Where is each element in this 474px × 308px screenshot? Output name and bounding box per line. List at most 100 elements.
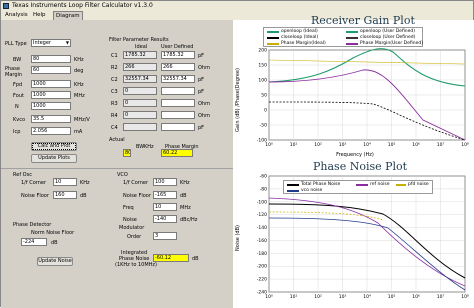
c1-unit: pF bbox=[198, 53, 205, 59]
ref-nf-label: Noise Floor bbox=[21, 193, 49, 199]
vco-corner-input[interactable]: 100 bbox=[153, 178, 177, 186]
bw-unit: KHz bbox=[74, 57, 84, 63]
r3-label: R3 bbox=[111, 101, 118, 107]
c1-user-input[interactable]: 1785.32 bbox=[161, 51, 195, 59]
vco-nf-label: Noise Floor bbox=[123, 193, 151, 199]
gain-legend: openloop (Ideal) closeloop (Ideal) Phase… bbox=[263, 27, 423, 47]
gain-x-ticks: 10⁰ 10¹ 10² 10³ 10⁴ 10⁵ 10⁶ 10⁷ 10⁸ bbox=[265, 142, 469, 148]
legend-swatch bbox=[346, 43, 358, 45]
legend-vco-noise: vco noise bbox=[301, 188, 323, 193]
pll-type-value: Integer bbox=[33, 40, 51, 46]
filter-results-title: Filter Parameter Results bbox=[109, 37, 169, 43]
y-tick-label: -50 bbox=[260, 123, 267, 129]
y-tick-label: 50 bbox=[261, 93, 267, 99]
ref-corner-label: 1/f Corner bbox=[21, 180, 47, 186]
gain-y-ticks: 200150100500-50-100 bbox=[257, 48, 267, 144]
modulator-order-input[interactable]: 3 bbox=[153, 232, 177, 240]
noise-y-label: Noise (dB) bbox=[235, 225, 241, 251]
r4-user-input[interactable] bbox=[161, 111, 195, 119]
vco-noise-input[interactable]: -140 bbox=[153, 215, 177, 223]
app-window: Texas Instruments Loop Filter Calculator… bbox=[0, 0, 474, 308]
update-noise-button[interactable]: Update Noise bbox=[37, 257, 73, 266]
phase-margin-input[interactable]: 60 bbox=[31, 66, 71, 74]
fout-input[interactable]: 1000 bbox=[31, 91, 71, 99]
c3-user-input[interactable] bbox=[161, 87, 195, 95]
kvco-input[interactable]: 35.5 bbox=[31, 115, 71, 123]
x-tick-label: 10⁰ bbox=[265, 142, 273, 148]
col-user-header: User Defined bbox=[161, 44, 194, 50]
actual-bw-value: 80 bbox=[123, 149, 131, 157]
c4-ideal-value bbox=[123, 123, 157, 131]
chevron-down-icon: ▼ bbox=[65, 40, 69, 45]
calc-and-plot-button[interactable]: Calc and Plot bbox=[31, 142, 77, 151]
pll-type-select[interactable]: Integer ▼ bbox=[31, 39, 71, 47]
menu-analysis[interactable]: Analysis bbox=[3, 11, 30, 20]
x-tick-label: 10⁵ bbox=[388, 294, 396, 300]
update-plots-button[interactable]: Update Plots bbox=[31, 154, 77, 163]
x-tick-label: 10⁶ bbox=[412, 142, 420, 148]
ref-nf-unit: dB bbox=[80, 193, 87, 199]
y-tick-label: -220 bbox=[257, 277, 267, 283]
vco-title: VCO bbox=[117, 172, 128, 178]
icp-label: Icp bbox=[13, 129, 21, 135]
x-tick-label: 10⁶ bbox=[412, 294, 420, 300]
y-tick-label: 150 bbox=[258, 63, 267, 69]
modulator-order-label: Order bbox=[127, 234, 142, 240]
y-tick-label: -160 bbox=[257, 238, 267, 244]
c4-user-input[interactable] bbox=[161, 123, 195, 131]
input-panel: PLL Type Integer ▼ BW 80 KHz Phase Margi… bbox=[1, 20, 233, 308]
ref-osc-title: Ref Osc bbox=[13, 172, 32, 178]
pd-nf-input[interactable]: -224 bbox=[21, 238, 47, 246]
c2-user-input[interactable]: 32557.34 bbox=[161, 75, 195, 83]
kvco-label: Kvco bbox=[13, 117, 26, 123]
vco-nf-input[interactable]: -165 bbox=[153, 191, 177, 199]
x-tick-label: 10³ bbox=[339, 294, 347, 300]
vco-noise-label: Noise bbox=[123, 217, 137, 223]
x-tick-label: 10⁸ bbox=[461, 294, 469, 300]
legend-closeloop-user: closeloop (User Defined) bbox=[360, 35, 416, 40]
n-input[interactable]: 1000 bbox=[31, 102, 71, 110]
c3-label: C3 bbox=[111, 89, 118, 95]
x-tick-label: 10³ bbox=[339, 142, 347, 148]
r2-user-input[interactable]: 266 bbox=[161, 63, 195, 71]
r2-unit: Ohm bbox=[198, 65, 210, 71]
c1-ideal-value: 1785.32 bbox=[123, 51, 157, 59]
legend-openloop-user: openloop (User Defined) bbox=[360, 29, 416, 34]
legend-pm-ideal: Phase Margin(Ideal) bbox=[281, 41, 326, 46]
c3-ideal-value: 0 bbox=[123, 87, 157, 95]
c1-label: C1 bbox=[111, 53, 118, 59]
x-tick-label: 10⁷ bbox=[437, 294, 445, 300]
vco-freq-input[interactable]: 10 bbox=[153, 203, 177, 211]
menu-help[interactable]: Help bbox=[31, 11, 48, 20]
x-tick-label: 10² bbox=[314, 142, 322, 148]
legend-ref-noise: ref noise bbox=[370, 182, 390, 187]
ref-nf-input[interactable]: 160 bbox=[53, 191, 77, 199]
actual-bw-unit: KHz bbox=[144, 144, 154, 150]
app-icon bbox=[3, 3, 9, 9]
x-tick-label: 10¹ bbox=[290, 142, 298, 148]
legend-swatch bbox=[267, 37, 279, 39]
fout-unit: MHz bbox=[74, 93, 85, 99]
title-bar: Texas Instruments Loop Filter Calculator… bbox=[1, 1, 473, 11]
c2-ideal-value: 32557.34 bbox=[123, 75, 157, 83]
vco-noise-unit: dBc/Hz bbox=[180, 217, 198, 223]
bw-input[interactable]: 80 bbox=[31, 55, 71, 63]
legend-swatch bbox=[356, 184, 368, 186]
actual-pm-value: 60.22 bbox=[161, 149, 193, 157]
legend-pfd-noise: pfd noise bbox=[408, 182, 429, 187]
vco-corner-label: 1/f Corner bbox=[123, 180, 149, 186]
r2-label: R2 bbox=[111, 65, 118, 71]
y-tick-label: 200 bbox=[258, 48, 267, 54]
x-tick-label: 10² bbox=[314, 294, 322, 300]
noise-legend: Total Phase Noise ref noise pfd noise vc… bbox=[283, 180, 433, 194]
fpd-input[interactable]: 1000 bbox=[31, 80, 71, 88]
y-tick-label: -200 bbox=[257, 264, 267, 270]
ref-corner-input[interactable]: 10 bbox=[53, 178, 77, 186]
c4-label: C4 bbox=[111, 125, 118, 131]
section-divider bbox=[1, 168, 233, 169]
icp-input[interactable]: 2.056 bbox=[31, 127, 71, 135]
y-tick-label: -180 bbox=[257, 251, 267, 257]
menu-diagram[interactable]: Diagram bbox=[53, 11, 83, 20]
y-tick-label: -80 bbox=[260, 186, 267, 192]
r3-user-input[interactable] bbox=[161, 99, 195, 107]
